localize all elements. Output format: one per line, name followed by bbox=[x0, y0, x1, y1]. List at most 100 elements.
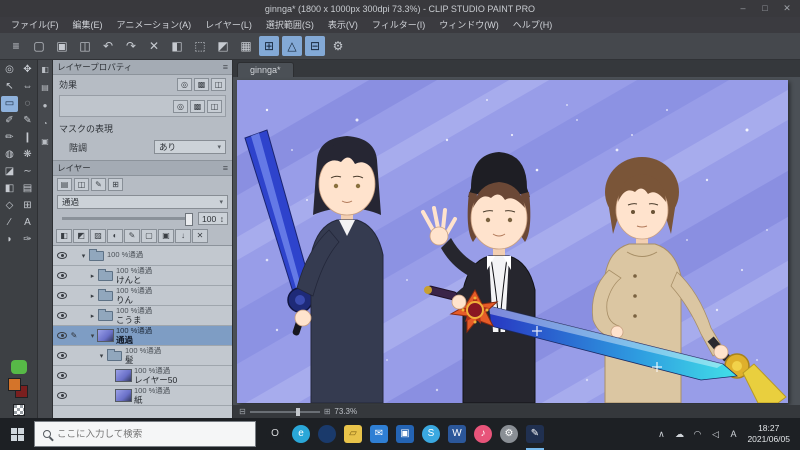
delete-icon[interactable]: ✕ bbox=[144, 36, 164, 56]
word-icon[interactable]: W bbox=[444, 418, 470, 450]
deselect-icon[interactable]: ⬚ bbox=[190, 36, 210, 56]
menu-layer[interactable]: レイヤー(L) bbox=[198, 17, 259, 33]
layer-row[interactable]: ▸ 100 %通過 りん bbox=[53, 286, 232, 306]
pencil-tool[interactable]: ✏ bbox=[1, 130, 18, 146]
edge-icon[interactable]: e bbox=[288, 418, 314, 450]
new-folder-icon[interactable]: ▣ bbox=[158, 229, 174, 243]
move-tool[interactable]: ✥ bbox=[19, 62, 36, 78]
layer-pin-icon[interactable]: ✎ bbox=[91, 178, 106, 191]
opacity-field[interactable]: 100 ↕ bbox=[198, 212, 228, 225]
eyedropper-tool[interactable]: ✐ bbox=[1, 113, 18, 129]
tone-dropdown[interactable]: あり ▾ bbox=[154, 140, 226, 154]
figure-tool[interactable]: ◇ bbox=[1, 198, 18, 214]
frame-border-tool[interactable]: ⊞ bbox=[19, 198, 36, 214]
brush-size-panel-icon[interactable]: ● bbox=[39, 100, 51, 112]
volume-icon[interactable]: ◁ bbox=[707, 429, 723, 440]
save-icon[interactable]: ◫ bbox=[75, 36, 95, 56]
mail-icon[interactable]: ✉ bbox=[366, 418, 392, 450]
gradient-tool[interactable]: ▤ bbox=[19, 181, 36, 197]
menu-window[interactable]: ウィンドウ(W) bbox=[432, 17, 506, 33]
canvas-page[interactable] bbox=[237, 80, 788, 403]
menu-help[interactable]: ヘルプ(H) bbox=[506, 17, 560, 33]
zoom-in-icon[interactable]: ⊞ bbox=[324, 407, 331, 416]
layer-color-effect-icon[interactable]: ◫ bbox=[207, 99, 222, 113]
decoration-tool[interactable]: ❋ bbox=[19, 147, 36, 163]
layer-filter-icon[interactable]: ◫ bbox=[74, 178, 89, 191]
clip-studio-paint-icon[interactable]: ✎ bbox=[522, 418, 548, 450]
zoom-out-icon[interactable]: ⊟ bbox=[239, 407, 246, 416]
visibility-eye-icon[interactable] bbox=[57, 252, 67, 259]
visibility-eye-icon[interactable] bbox=[57, 332, 67, 339]
lock-transparent-pixels-icon[interactable]: ▨ bbox=[90, 229, 106, 243]
search-input[interactable] bbox=[57, 428, 227, 440]
snap-to-special-ruler-icon[interactable]: △ bbox=[282, 36, 302, 56]
menu-file[interactable]: ファイル(F) bbox=[4, 17, 66, 33]
cortana-icon[interactable]: O bbox=[262, 418, 288, 450]
color-panel-icon[interactable]: ◔ bbox=[39, 118, 51, 130]
layer-row[interactable]: ▸ 100 %通過 こうま bbox=[53, 306, 232, 326]
onedrive-icon[interactable]: ☁ bbox=[671, 429, 687, 440]
opacity-slider[interactable] bbox=[62, 213, 193, 226]
open-file-icon[interactable]: ▣ bbox=[52, 36, 72, 56]
selection-tool[interactable]: ▭ bbox=[1, 96, 18, 112]
layer-search-icon[interactable]: ▤ bbox=[57, 178, 72, 191]
line-correction-tool[interactable]: ✑ bbox=[19, 232, 36, 248]
auto-select-tool[interactable]: ◌ bbox=[19, 96, 36, 112]
snap-to-ruler-icon[interactable]: ⊞ bbox=[259, 36, 279, 56]
tray-chevron-icon[interactable]: ∧ bbox=[653, 429, 669, 440]
expander-icon[interactable]: ▸ bbox=[88, 312, 97, 320]
visibility-eye-icon[interactable] bbox=[57, 352, 67, 359]
airbrush-tool[interactable]: ◍ bbox=[1, 147, 18, 163]
visibility-eye-icon[interactable] bbox=[57, 372, 67, 379]
menu-select[interactable]: 選択範囲(S) bbox=[259, 17, 321, 33]
fill-enclosed-icon[interactable]: ◧ bbox=[167, 36, 187, 56]
browser-icon[interactable] bbox=[314, 418, 340, 450]
blend-mode-dropdown[interactable]: 通過 ▾ bbox=[57, 195, 228, 209]
close-button[interactable]: ✕ bbox=[776, 0, 798, 17]
menu-edit[interactable]: 編集(E) bbox=[66, 17, 110, 33]
main-menu-icon[interactable]: ≡ bbox=[6, 36, 26, 56]
snap-to-grid-icon[interactable]: ⊟ bbox=[305, 36, 325, 56]
skype-icon[interactable]: S bbox=[418, 418, 444, 450]
panel-menu-icon[interactable]: ≡ bbox=[223, 163, 228, 173]
menu-filter[interactable]: フィルター(I) bbox=[365, 17, 432, 33]
layer-row[interactable]: 100 %通過 レイヤー50 bbox=[53, 366, 232, 386]
photos-icon[interactable]: ▣ bbox=[392, 418, 418, 450]
settings-icon[interactable]: ⚙ bbox=[328, 36, 348, 56]
sub-tool-panel-icon[interactable]: ▤ bbox=[39, 82, 51, 94]
transparent-color-swatch[interactable] bbox=[13, 404, 25, 416]
settings-app-icon[interactable]: ⚙ bbox=[496, 418, 522, 450]
zoom-slider[interactable] bbox=[249, 407, 320, 416]
minimize-button[interactable]: – bbox=[732, 0, 754, 17]
music-icon[interactable]: ♪ bbox=[470, 418, 496, 450]
layer-grid-icon[interactable]: ⊞ bbox=[108, 178, 123, 191]
undo-icon[interactable]: ↶ bbox=[98, 36, 118, 56]
delete-layer-icon[interactable]: ✕ bbox=[192, 229, 208, 243]
eraser-tool[interactable]: ◪ bbox=[1, 164, 18, 180]
file-explorer-icon[interactable]: ▱ bbox=[340, 418, 366, 450]
layer-row[interactable]: ▾ 100 %通過髪 bbox=[53, 346, 232, 366]
border-effect-icon[interactable]: ◎ bbox=[173, 99, 188, 113]
visibility-eye-icon[interactable] bbox=[57, 272, 67, 279]
maximize-button[interactable]: □ bbox=[754, 0, 776, 17]
visibility-eye-icon[interactable] bbox=[57, 312, 67, 319]
menu-animation[interactable]: アニメーション(A) bbox=[110, 17, 199, 33]
layer-row[interactable]: ▸ 100 %通過 けんと bbox=[53, 266, 232, 286]
layer-color-effect-icon[interactable]: ◫ bbox=[211, 78, 226, 91]
taskbar-search[interactable] bbox=[34, 421, 256, 447]
start-button[interactable] bbox=[0, 418, 34, 450]
brush-tool[interactable]: ❙ bbox=[19, 130, 36, 146]
ruler-tool[interactable]: ∕ bbox=[1, 215, 18, 231]
new-raster-layer-icon[interactable]: ▢ bbox=[141, 229, 157, 243]
layer-row[interactable]: 100 %通過紙 bbox=[53, 386, 232, 406]
document-tab[interactable]: ginnga* bbox=[237, 62, 294, 77]
set-as-draft-icon[interactable]: ✎ bbox=[124, 229, 140, 243]
tone-effect-icon[interactable]: ▩ bbox=[194, 78, 209, 91]
merge-down-icon[interactable]: ↓ bbox=[175, 229, 191, 243]
menu-view[interactable]: 表示(V) bbox=[321, 17, 365, 33]
selection-border-icon[interactable]: ▦ bbox=[236, 36, 256, 56]
wifi-icon[interactable]: ◠ bbox=[689, 429, 705, 440]
material-panel-icon[interactable]: ▣ bbox=[39, 136, 51, 148]
expander-icon[interactable]: ▾ bbox=[97, 352, 106, 360]
primary-color-swatch[interactable] bbox=[8, 378, 21, 391]
